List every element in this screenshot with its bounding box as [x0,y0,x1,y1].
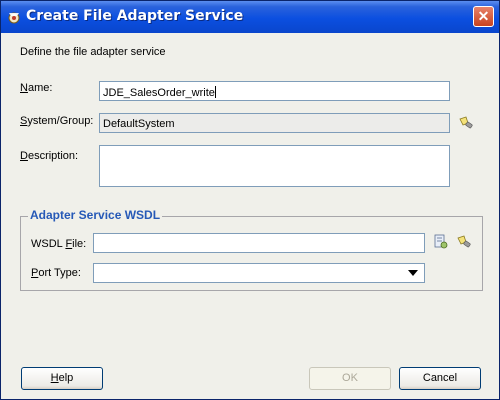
dialog-title: Create File Adapter Service [26,8,244,24]
description-label: Description: [20,150,79,162]
flashlight-icon[interactable] [456,234,472,250]
close-icon: ✕ [477,8,490,24]
ok-button[interactable]: OK [309,367,391,390]
gear-icon [8,12,20,24]
system-group-label: System/Group: [20,115,94,127]
close-button[interactable]: ✕ [473,6,494,27]
cancel-button[interactable]: Cancel [399,367,481,390]
system-group-field: DefaultSystem [99,113,450,133]
text-caret [214,86,216,98]
intro-text: Define the file adapter service [20,46,166,58]
name-input[interactable]: JDE_SalesOrder_write [99,81,450,101]
flashlight-icon[interactable] [458,115,474,131]
service-explorer-icon[interactable] [433,234,449,250]
port-type-select[interactable] [93,263,425,283]
name-label: Name: [20,82,53,94]
chevron-down-icon [408,270,418,276]
wsdl-file-label: WSDL File: [31,238,87,250]
wsdl-file-input[interactable] [93,233,425,253]
help-button[interactable]: Help [21,367,103,390]
description-textarea[interactable] [99,145,450,187]
wsdl-group-title: Adapter Service WSDL [28,208,163,222]
title-bar[interactable]: Create File Adapter Service ✕ [1,1,499,33]
port-type-label: Port Type: [31,267,81,279]
dialog-window: Create File Adapter Service ✕ Define the… [0,0,500,400]
